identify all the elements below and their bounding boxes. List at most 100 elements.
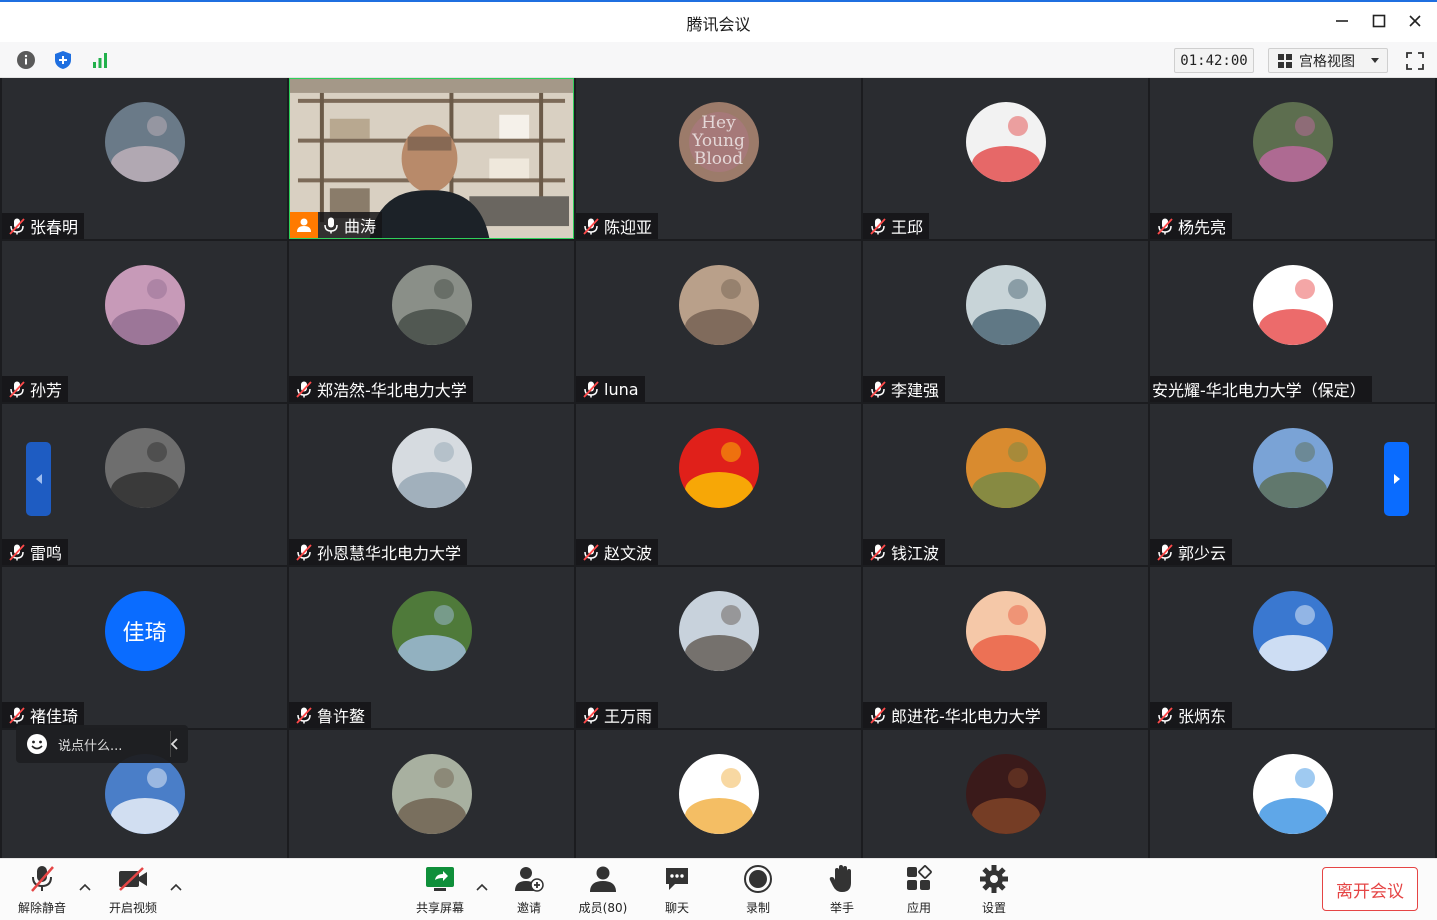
audio-options-button[interactable] [79, 881, 91, 893]
emoji-icon[interactable] [26, 733, 48, 755]
participant-avatar [965, 591, 1046, 671]
video-options-button[interactable] [170, 881, 182, 893]
participant-tile[interactable]: 曲涛 [289, 78, 574, 239]
participant-tile[interactable]: Hey Young Blood 陈迎亚 [576, 78, 861, 239]
meeting-info-bar: 01:42:00 宫格视图 [0, 42, 1437, 78]
participant-name-bar: 郑浩然-华北电力大学 [289, 376, 473, 402]
participant-tile[interactable]: 孙恩慧华北电力大学 [289, 404, 574, 565]
avatar-image [1252, 102, 1333, 182]
participant-avatar [1252, 265, 1333, 345]
participant-avatar [965, 102, 1046, 182]
record-icon [744, 865, 772, 893]
participant-name-bar: 杨先亮 [1150, 213, 1233, 239]
avatar-initials: 佳琦 [122, 621, 167, 646]
participant-tile[interactable]: 李建强 [863, 241, 1148, 402]
participant-name-bar: 王邱 [863, 213, 930, 239]
muted-mic-icon [296, 381, 312, 398]
collapse-chat-icon[interactable] [168, 737, 182, 751]
network-status-button[interactable] [88, 48, 112, 72]
apps-label: 应用 [906, 901, 931, 915]
participant-name: 郎进花-华北电力大学 [891, 707, 1041, 726]
participant-tile[interactable]: 郎进花-华北电力大学 [863, 567, 1148, 728]
participant-name: 钱江波 [891, 544, 940, 563]
participant-name: 郭少云 [1178, 544, 1227, 563]
grid-prev-page-button[interactable] [26, 442, 51, 516]
participant-tile[interactable]: 王邱 [863, 78, 1148, 239]
share-screen-button[interactable]: 共享屏幕 [408, 863, 472, 916]
quick-chat-input[interactable]: 说点什么... [16, 725, 188, 763]
muted-mic-icon [9, 707, 25, 724]
apps-button[interactable]: 应用 [887, 863, 951, 916]
unmute-label: 解除静音 [17, 901, 66, 915]
muted-mic-icon [296, 707, 312, 724]
participant-name: 陈迎亚 [604, 218, 653, 237]
grid-next-page-button[interactable] [1384, 442, 1409, 516]
participant-tile[interactable]: 杨先亮 [1150, 78, 1435, 239]
participant-tile[interactable]: 赵文波 [576, 404, 861, 565]
maximize-button[interactable] [1364, 8, 1394, 34]
invite-button[interactable]: 邀请 [497, 863, 561, 916]
participant-name: 安光耀-华北电力大学（保定） [1152, 381, 1366, 400]
muted-mic-icon [1157, 218, 1173, 235]
participant-tile[interactable] [863, 730, 1148, 858]
participant-name-bar: 赵文波 [576, 539, 659, 565]
leave-meeting-button[interactable]: 离开会议 [1322, 867, 1418, 911]
maximize-icon [1372, 14, 1386, 28]
participant-tile[interactable] [576, 730, 861, 858]
record-button[interactable]: 录制 [726, 863, 790, 916]
members-button[interactable]: 成员(80) [571, 863, 635, 916]
participant-tile[interactable]: 张炳东 [1150, 567, 1435, 728]
share-screen-icon [426, 867, 454, 891]
view-mode-select[interactable]: 宫格视图 [1268, 48, 1388, 73]
participant-name: 赵文波 [604, 544, 653, 563]
participant-name-bar: 郭少云 [1150, 539, 1233, 565]
start-video-label: 开启视频 [108, 901, 157, 915]
start-video-button[interactable]: 开启视频 [101, 863, 165, 916]
settings-button[interactable]: 设置 [962, 863, 1026, 916]
chat-button[interactable]: 聊天 [645, 863, 709, 916]
participant-avatar [1252, 428, 1333, 508]
title-bar: 腾讯会议 [0, 0, 1437, 42]
participant-name-bar: 安光耀-华北电力大学（保定） [1150, 376, 1372, 402]
avatar-image [678, 591, 759, 671]
participant-name: 孙芳 [30, 381, 63, 400]
share-screen-label: 共享屏幕 [415, 901, 464, 915]
participant-tile[interactable]: 张春明 [2, 78, 287, 239]
fullscreen-button[interactable] [1402, 48, 1428, 74]
participant-name-bar: 郎进花-华北电力大学 [863, 702, 1047, 728]
participant-tile[interactable]: 佳琦 褚佳琦 [2, 567, 287, 728]
unmute-button[interactable]: 解除静音 [10, 863, 74, 916]
participant-tile[interactable]: 鲁许鳌 [289, 567, 574, 728]
minimize-button[interactable] [1327, 8, 1357, 34]
participant-tile[interactable]: 安光耀-华北电力大学（保定） [1150, 241, 1435, 402]
chat-icon [666, 868, 688, 890]
participant-tile[interactable]: 孙芳 [2, 241, 287, 402]
title-bar-accent-line [0, 0, 1437, 2]
meeting-info-button[interactable] [14, 48, 38, 72]
apps-icon [907, 865, 932, 890]
participant-avatar [104, 754, 185, 834]
chat-placeholder: 说点什么... [58, 738, 123, 754]
muted-mic-icon [9, 381, 25, 398]
participant-tile[interactable]: luna [576, 241, 861, 402]
avatar-image [965, 102, 1046, 182]
close-window-button[interactable] [1400, 8, 1430, 34]
participant-tile[interactable]: 王万雨 [576, 567, 861, 728]
chevron-up-icon [476, 883, 488, 891]
raise-hand-button[interactable]: 举手 [810, 863, 874, 916]
participant-tile[interactable]: 钱江波 [863, 404, 1148, 565]
participant-name: 杨先亮 [1178, 218, 1227, 237]
share-options-button[interactable] [476, 881, 488, 893]
participant-name-bar: 雷鸣 [2, 539, 69, 565]
muted-mic-icon [1157, 707, 1173, 724]
participant-tile[interactable] [289, 730, 574, 858]
participant-tile[interactable] [1150, 730, 1435, 858]
participant-avatar [1252, 102, 1333, 182]
muted-mic-icon [1157, 544, 1173, 561]
chevron-down-icon [1371, 58, 1379, 63]
participant-avatar [965, 428, 1046, 508]
members-icon [590, 866, 616, 892]
security-button[interactable] [51, 48, 75, 72]
muted-mic-icon [870, 381, 886, 398]
participant-tile[interactable]: 郑浩然-华北电力大学 [289, 241, 574, 402]
